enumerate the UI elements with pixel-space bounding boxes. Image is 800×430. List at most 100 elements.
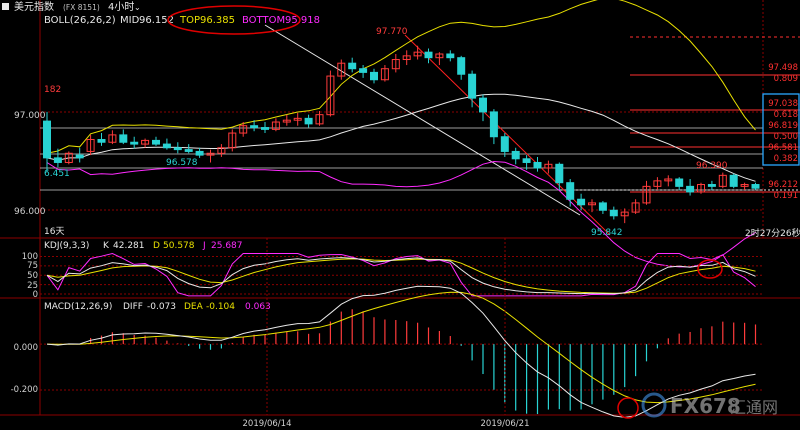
candle-body <box>370 71 378 81</box>
candle-body <box>511 150 520 160</box>
fib-label-0382: 0.382 <box>774 154 798 164</box>
kdj-tick-50: 50 <box>27 271 38 281</box>
candle-body <box>75 154 84 159</box>
kdj-tick-75: 75 <box>27 261 38 271</box>
watermark: FX678 汇通网 <box>641 392 778 418</box>
fib-label-0809: 0.809 <box>774 74 798 84</box>
candle-body <box>97 138 106 143</box>
main-grid <box>40 111 763 211</box>
candle-body <box>609 209 618 217</box>
kdj-title: KDJ(9,3,3) <box>44 241 89 251</box>
candle-body <box>675 178 684 187</box>
peak-high-label: 97.770 <box>376 27 408 37</box>
candle-body <box>304 117 313 125</box>
period-label: 16天 <box>44 227 64 237</box>
candle-body <box>424 51 433 59</box>
recent-high-label: 96.390 <box>696 161 728 171</box>
fib-label-96819: 96.819 <box>768 121 798 131</box>
recent-low-label: 95.842 <box>591 228 623 238</box>
candle-body <box>533 161 542 169</box>
candle-body <box>729 174 738 187</box>
fib-label-97038: 97.038 <box>768 99 798 109</box>
boll-top-value: 96.385 <box>200 15 235 26</box>
candle-body <box>43 120 51 159</box>
menu-icon[interactable] <box>2 3 9 10</box>
candle-body <box>707 184 716 187</box>
candle-body <box>500 136 509 152</box>
candle-body <box>446 53 455 59</box>
kdj-k-value: 42.281 <box>113 241 145 251</box>
candle-body <box>566 182 575 200</box>
candle-body <box>555 163 564 184</box>
candle-body <box>250 125 259 129</box>
fib-label-96581: 96.581 <box>768 143 798 153</box>
candle-body <box>359 68 368 73</box>
timeframe-label[interactable]: 4小时 <box>108 1 134 13</box>
kdj-j-value: 25.687 <box>211 241 243 251</box>
candle-body <box>479 97 487 113</box>
candle-body <box>130 141 139 145</box>
boll-lower-band <box>46 160 756 268</box>
watermark-text-cn: 汇通网 <box>730 398 778 417</box>
fib-label-0191: 0.191 <box>774 191 798 201</box>
instrument-code: (FX 8151) <box>63 3 100 12</box>
boll-top-label: TOP <box>179 15 200 26</box>
x-tick-0621: 2019/06/21 <box>481 419 530 429</box>
boll-bottom-label: BOTTOM <box>242 15 285 26</box>
fib-label-97498: 97.498 <box>768 63 798 73</box>
candle-body <box>457 57 466 75</box>
candle-body <box>598 202 607 211</box>
candle-body <box>489 111 498 138</box>
boll-mid-label: MID <box>120 15 140 26</box>
macd-tick-0: 0.000 <box>14 343 38 353</box>
fibonacci-lines <box>560 36 800 193</box>
candle-body <box>261 127 269 130</box>
kdj-j-label: J <box>202 241 206 251</box>
chevron-down-icon[interactable]: ⌄ <box>134 3 141 12</box>
candle-body <box>468 73 477 99</box>
candle-body <box>53 157 62 163</box>
candle-body <box>195 150 204 156</box>
boll-title: BOLL(26,26,2) <box>44 15 116 26</box>
kdj-k-label: K <box>103 241 110 251</box>
macd-histogram <box>40 309 763 415</box>
trend-lines <box>264 24 611 236</box>
fib-label-0618: 0.618 <box>774 110 798 120</box>
fib-label-0500: 0.500 <box>774 132 798 142</box>
fib-labels: 97.498 0.809 97.038 0.618 96.819 0.500 9… <box>768 63 798 201</box>
kdj-d-label: D <box>153 241 160 251</box>
candle-body <box>751 184 760 189</box>
kdj-y-ticks: 100 75 50 25 0 <box>22 252 38 300</box>
kdj-d-line <box>46 258 756 294</box>
kdj-tick-0: 0 <box>33 290 38 300</box>
candle-body <box>152 139 160 145</box>
boll-bottom-value: 95.918 <box>285 15 320 26</box>
candle-body <box>522 158 531 163</box>
candle-body <box>119 134 128 143</box>
fib-label-96212: 96.212 <box>768 180 798 190</box>
left-low-label: 6.451 <box>44 169 70 179</box>
macd-tick-neg02: -0.200 <box>11 385 38 395</box>
candle-body <box>686 185 695 193</box>
macd-dea-value: -0.104 <box>206 302 235 312</box>
macd-diff-label: DIFF <box>123 302 143 312</box>
macd-dea-label: DEA <box>184 302 204 312</box>
candle-body <box>348 62 357 70</box>
candle-body <box>162 143 171 149</box>
left-high-label: 182 <box>44 85 61 95</box>
y-tick-96: 96.000 <box>14 207 46 217</box>
macd-diff-value: -0.073 <box>147 302 176 312</box>
countdown-label: 2时27分26秒 <box>745 227 800 239</box>
candle-body <box>173 147 182 151</box>
instrument-name: 美元指数 <box>14 0 54 13</box>
y-tick-97: 97.000 <box>14 111 46 121</box>
kdj-d-value: 50.578 <box>163 241 195 251</box>
macd-title: MACD(12,26,9) <box>44 302 112 312</box>
price-chart[interactable]: 美元指数 (FX 8151) 4小时 ⌄ BOLL(26,26,2) MID 9… <box>0 0 800 430</box>
candlesticks <box>43 45 760 224</box>
x-tick-0614: 2019/06/14 <box>243 419 292 429</box>
watermark-logo-icon <box>641 392 667 418</box>
mid-low-label: 96.578 <box>166 158 198 168</box>
candle-body <box>577 198 586 206</box>
candle-body <box>184 149 193 152</box>
